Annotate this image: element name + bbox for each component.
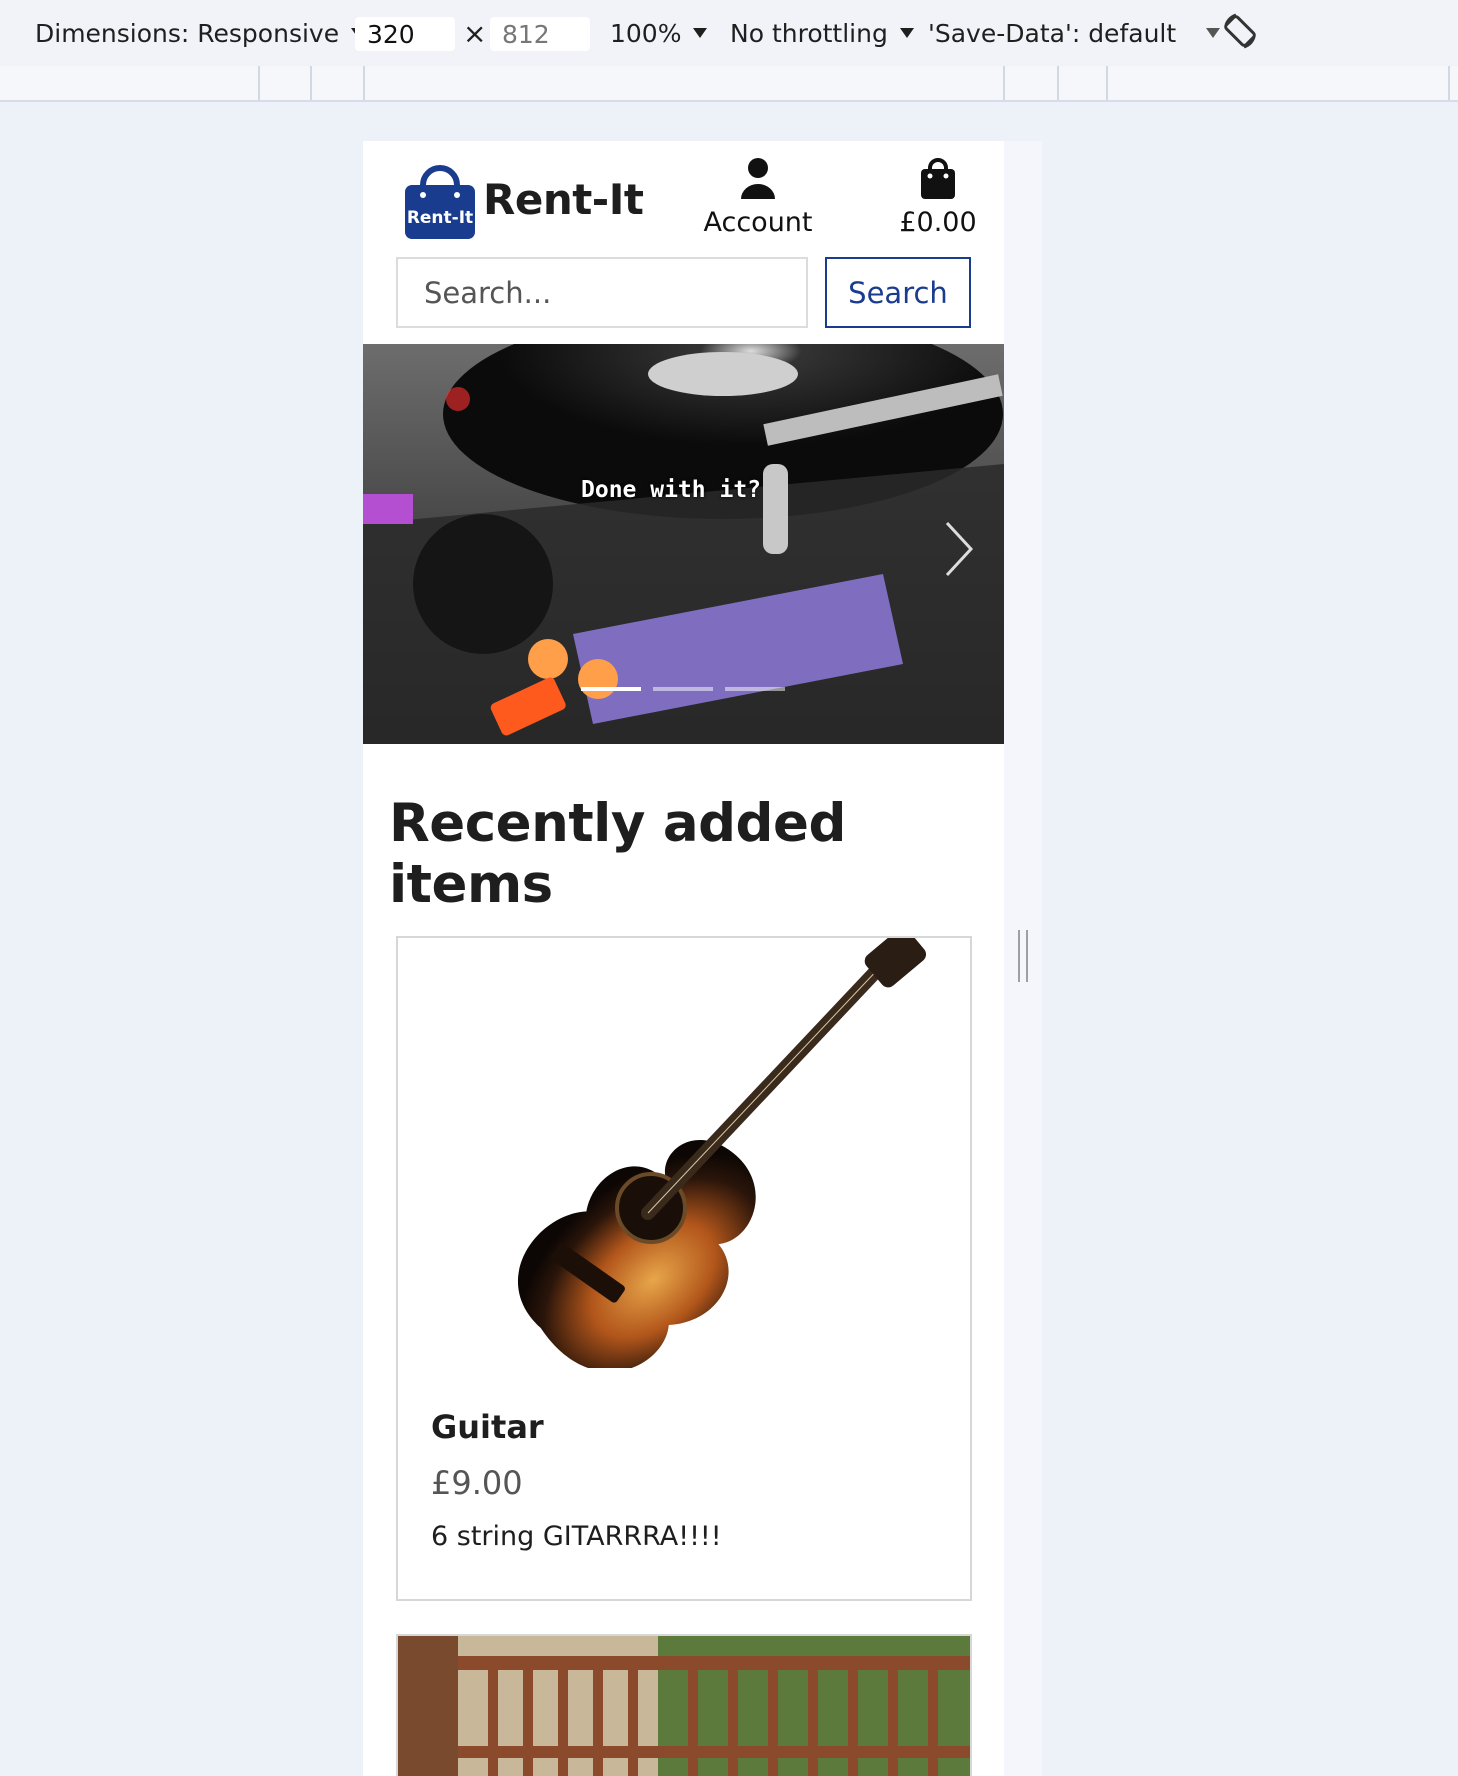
cart-link[interactable]: £0.00: [878, 157, 998, 238]
logo[interactable]: Rent-It: [401, 163, 479, 241]
chevron-right-icon[interactable]: [939, 519, 979, 579]
logo-text: Rent-It: [407, 208, 473, 228]
item-card[interactable]: [396, 1634, 972, 1776]
search-input[interactable]: [396, 257, 808, 328]
device-viewport: Rent-It Rent-It Account £0.00 Search... …: [363, 141, 1004, 1776]
balcony-image: [398, 1636, 970, 1776]
device-toolbar: Dimensions: Responsive 320 × 812 100% No…: [0, 0, 1458, 68]
rotate-icon: [1224, 13, 1256, 49]
item-title[interactable]: Guitar: [431, 1408, 544, 1446]
zoom-dropdown[interactable]: 100%: [610, 14, 708, 52]
media-query-bar: [0, 66, 1458, 102]
chevron-down-icon: [693, 28, 708, 38]
carousel-caption: Done with it?: [581, 477, 762, 503]
section-title: Recently added items: [389, 793, 846, 915]
media-query-segment[interactable]: [363, 66, 1005, 100]
account-label: Account: [703, 207, 813, 238]
zoom-label: 100%: [610, 18, 682, 48]
height-input[interactable]: 812: [490, 17, 590, 51]
shopping-bag-logo-icon: Rent-It: [405, 165, 475, 239]
account-link[interactable]: Account: [693, 157, 823, 238]
carousel-indicator[interactable]: [653, 687, 713, 691]
item-description: 6 string GITARRRA!!!!: [431, 1521, 722, 1552]
save-data-label: 'Save-Data': default: [928, 18, 1177, 48]
item-card[interactable]: Guitar £9.00 6 string GITARRRA!!!!: [396, 936, 972, 1601]
shopping-bag-icon: [921, 158, 955, 199]
carousel-indicator[interactable]: [725, 687, 785, 691]
search-button[interactable]: Search: [825, 257, 971, 328]
media-query-segment[interactable]: [1003, 66, 1059, 100]
resize-handle[interactable]: [1018, 930, 1028, 982]
media-query-segment[interactable]: [1106, 66, 1450, 100]
dimensions-label: Dimensions: Responsive: [35, 18, 340, 48]
site-header: Rent-It Rent-It Account £0.00 Search: [363, 141, 1004, 341]
cart-total: £0.00: [899, 207, 977, 238]
save-data-dropdown[interactable]: 'Save-Data': default: [928, 14, 1221, 52]
rotate-button[interactable]: [1220, 12, 1260, 50]
media-query-segment[interactable]: [258, 66, 312, 100]
times-symbol: ×: [463, 16, 487, 50]
throttling-label: No throttling: [730, 18, 888, 48]
user-icon: [741, 158, 775, 199]
guitar-image: [398, 938, 970, 1368]
carousel-indicator[interactable]: [581, 687, 641, 691]
width-input[interactable]: 320: [355, 17, 455, 51]
chevron-down-icon: [899, 28, 914, 38]
brand-name[interactable]: Rent-It: [483, 175, 644, 224]
hero-carousel: Done with it?: [363, 344, 1004, 744]
item-price: £9.00: [431, 1464, 523, 1502]
carousel-indicators: [581, 687, 785, 691]
chevron-down-icon: [1206, 28, 1221, 38]
throttling-dropdown[interactable]: No throttling: [730, 14, 914, 52]
turntable-image: [363, 344, 1004, 744]
dimensions-dropdown[interactable]: Dimensions: Responsive: [35, 14, 366, 52]
